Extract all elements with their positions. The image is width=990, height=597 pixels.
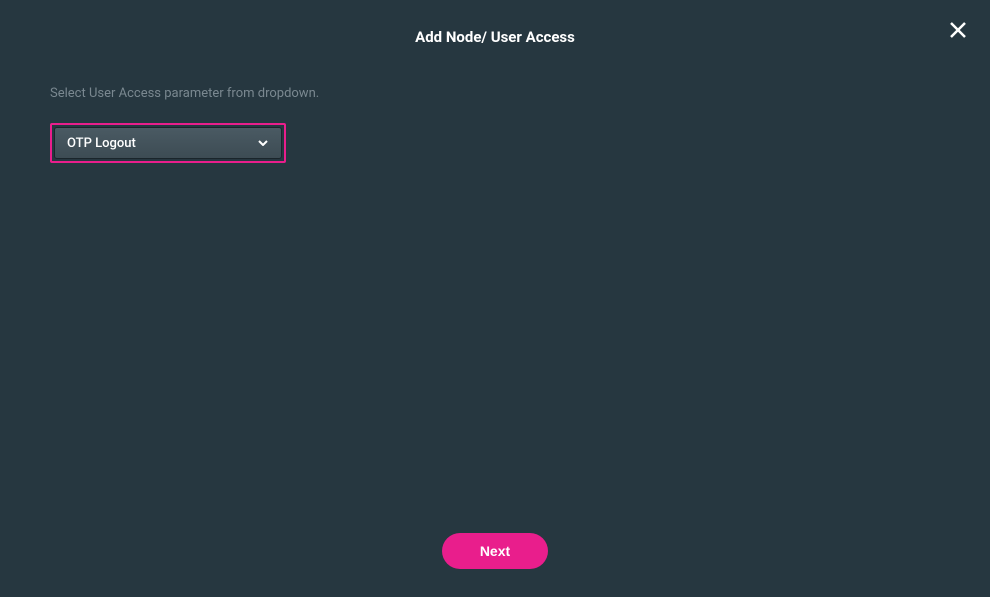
chevron-down-icon [257,137,269,149]
instruction-text: Select User Access parameter from dropdo… [50,86,940,101]
dropdown-highlight: OTP Logout [50,123,286,163]
modal-footer: Next [0,533,990,569]
next-button[interactable]: Next [442,533,548,569]
close-icon [949,21,967,43]
dropdown-selected-value: OTP Logout [67,136,257,151]
add-node-modal: Add Node/ User Access Select User Access… [0,0,990,597]
modal-title: Add Node/ User Access [0,28,990,46]
user-access-dropdown[interactable]: OTP Logout [54,127,282,159]
close-button[interactable] [946,20,970,44]
modal-content: Select User Access parameter from dropdo… [0,86,990,163]
